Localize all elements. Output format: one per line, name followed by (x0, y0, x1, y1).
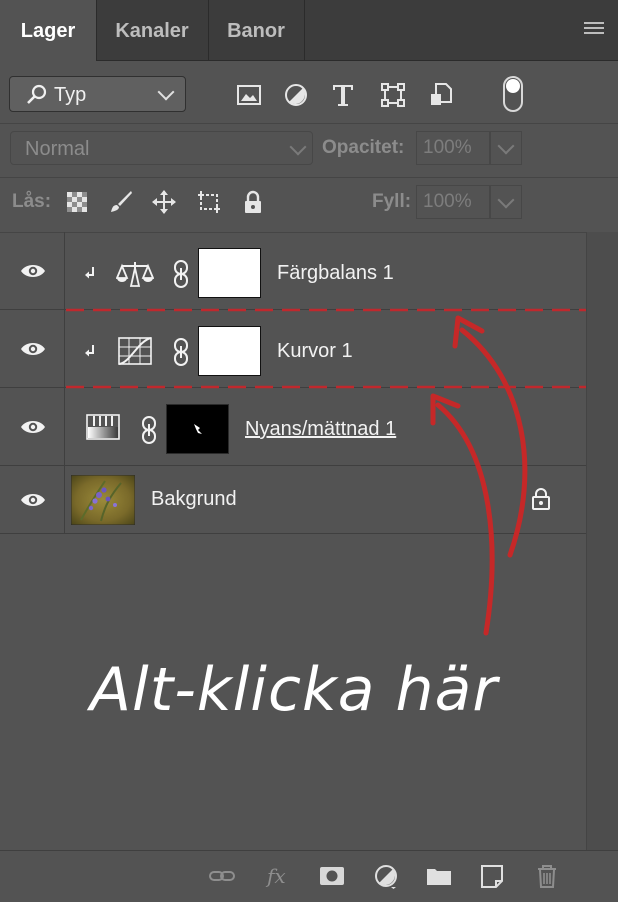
link-layers-icon[interactable] (208, 863, 236, 889)
blend-mode-dropdown[interactable]: Normal (10, 131, 313, 165)
chevron-down-icon (497, 137, 515, 155)
lock-artboard-icon[interactable] (196, 189, 222, 215)
background-image-thumbnail[interactable] (71, 475, 135, 525)
svg-text:fx: fx (265, 864, 286, 888)
layer-name[interactable]: Nyans/mättnad 1 (245, 418, 396, 441)
blend-mode-label: Normal (25, 138, 90, 160)
clipping-arrow-icon (85, 267, 94, 279)
image-filter-icon[interactable] (236, 82, 262, 108)
shape-filter-icon[interactable] (380, 82, 406, 108)
tab-lager[interactable]: Lager (0, 0, 97, 61)
opacity-input[interactable]: 100% (416, 131, 490, 165)
tab-banor[interactable]: Banor (208, 0, 305, 60)
add-mask-icon[interactable] (318, 863, 346, 889)
fill-label: Fyll: (372, 191, 412, 212)
fill-input[interactable]: 100% (416, 185, 490, 219)
adjustment-filter-icon[interactable] (283, 82, 309, 108)
panel-footer-toolbar: fx (0, 850, 618, 902)
layer-row-background[interactable]: Bakgrund (0, 466, 586, 534)
layer-name[interactable]: Kurvor 1 (277, 340, 353, 363)
layer-row-hue-saturation[interactable]: Nyans/mättnad 1 (0, 388, 586, 466)
smart-object-filter-icon[interactable] (428, 82, 454, 108)
fx-icon[interactable]: fx (264, 863, 292, 889)
hue-saturation-icon (86, 414, 120, 440)
layer-mask-thumbnail[interactable] (198, 326, 261, 376)
lock-transparent-pixels-icon[interactable] (64, 189, 90, 215)
mask-link-icon[interactable] (172, 259, 190, 289)
layer-mask-thumbnail[interactable] (166, 404, 229, 454)
lock-icon (532, 488, 550, 510)
layer-row-color-balance[interactable]: Färgbalans 1 (0, 232, 586, 310)
curves-icon (118, 337, 152, 365)
trash-icon[interactable] (533, 863, 561, 889)
layer-name[interactable]: Färgbalans 1 (277, 262, 394, 285)
lock-position-icon[interactable] (151, 189, 177, 215)
chevron-down-icon (497, 191, 515, 209)
chevron-down-icon (157, 83, 175, 101)
layers-panel: Lager Kanaler Banor Typ Normal Opacitet:… (0, 0, 618, 902)
layer-name[interactable]: Bakgrund (151, 488, 237, 511)
chevron-down-icon (289, 138, 307, 156)
new-adjustment-layer-icon[interactable] (372, 863, 400, 889)
color-balance-icon (116, 262, 154, 287)
lock-label: Lås: (12, 191, 52, 212)
type-filter-icon[interactable] (330, 82, 356, 108)
mask-link-icon[interactable] (172, 337, 190, 367)
layer-mask-thumbnail[interactable] (198, 248, 261, 298)
panel-tab-bar: Lager Kanaler Banor (0, 0, 618, 61)
lock-all-icon[interactable] (240, 189, 266, 215)
search-icon (27, 84, 47, 104)
eye-icon[interactable] (20, 491, 46, 509)
lock-image-pixels-icon[interactable] (108, 189, 134, 215)
annotation-text: Alt-klicka här (90, 655, 499, 725)
new-group-icon[interactable] (425, 863, 453, 889)
opacity-dropdown-button[interactable] (490, 131, 522, 165)
eye-icon[interactable] (20, 418, 46, 436)
filter-type-label: Typ (54, 84, 87, 106)
layers-scrollbar[interactable] (586, 232, 618, 850)
filter-toggle-switch[interactable] (503, 76, 523, 112)
eye-icon[interactable] (20, 262, 46, 280)
tab-kanaler[interactable]: Kanaler (96, 0, 209, 60)
visibility-cell[interactable] (0, 232, 65, 309)
layer-row-curves[interactable]: Kurvor 1 (0, 310, 586, 388)
filter-type-dropdown[interactable]: Typ (9, 76, 186, 112)
visibility-cell[interactable] (0, 310, 65, 387)
visibility-cell[interactable] (0, 388, 65, 465)
new-layer-icon[interactable] (478, 863, 506, 889)
eye-icon[interactable] (20, 340, 46, 358)
opacity-label: Opacitet: (322, 137, 405, 158)
clipping-arrow-icon (85, 345, 94, 357)
panel-menu-icon[interactable] (584, 22, 604, 36)
mask-link-icon[interactable] (140, 415, 158, 445)
fill-dropdown-button[interactable] (490, 185, 522, 219)
visibility-cell[interactable] (0, 466, 65, 533)
layers-list: Färgbalans 1 Kurvor 1 Nyans/mättnad 1 Ba… (0, 232, 586, 850)
lock-row (0, 178, 618, 233)
mask-spot-icon (194, 424, 202, 434)
